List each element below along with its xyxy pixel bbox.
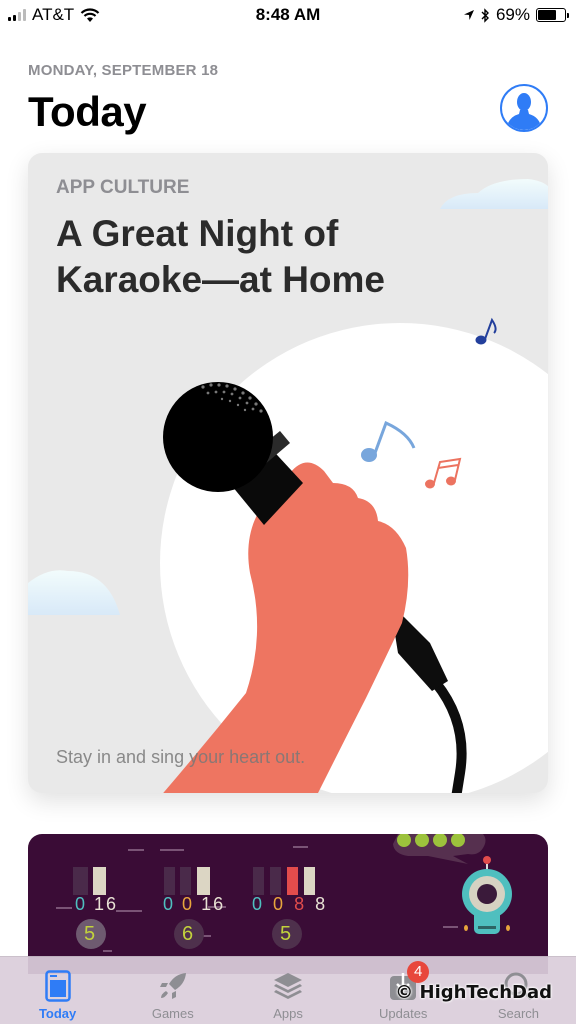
- updates-badge: 4: [407, 961, 430, 983]
- account-button[interactable]: [500, 84, 548, 132]
- rocket-icon: [159, 973, 186, 999]
- tab-today[interactable]: Today: [0, 957, 115, 1024]
- score-digit: 8: [315, 894, 329, 914]
- card-caption: Stay in and sing your heart out.: [56, 747, 306, 767]
- robot-character: [462, 856, 512, 934]
- person-circle-icon: [506, 93, 542, 130]
- card-eyebrow: APP CULTURE: [56, 177, 190, 198]
- tab-label: Games: [151, 1006, 194, 1021]
- score-group-1: 0 16: [75, 894, 118, 915]
- date-label: MONDAY, SEPTEMBER 18: [28, 62, 219, 79]
- score-group-2: 0 0 16: [163, 894, 225, 915]
- page-title: Today: [28, 88, 147, 135]
- circle-number-1: 5: [84, 923, 96, 945]
- score-digit: 0: [252, 894, 266, 914]
- score-digit: 0: [75, 894, 88, 914]
- status-bar: AT&T 8:48 AM 69%: [0, 0, 576, 30]
- layers-icon: [274, 973, 302, 999]
- score-digit: 0: [182, 894, 195, 914]
- bluetooth-icon: [481, 7, 489, 23]
- music-note-dark-blue: [475, 317, 497, 345]
- cloud-top-right: [440, 179, 548, 209]
- tab-label: Apps: [273, 1006, 303, 1021]
- score-digit: 0: [163, 894, 176, 914]
- tab-label: Search: [497, 1006, 540, 1021]
- watermark: © HighTechDad: [395, 982, 552, 1003]
- status-right: 69%: [463, 5, 569, 25]
- tab-label: Updates: [379, 1006, 428, 1021]
- score-digit: 16: [94, 894, 119, 914]
- score-digit: 16: [201, 894, 226, 914]
- score-digit: 8: [294, 894, 308, 914]
- location-icon: [463, 10, 474, 20]
- tab-label: Today: [38, 1006, 77, 1021]
- featured-story-card[interactable]: APP CULTURE A Great Night of Karaoke—at …: [28, 153, 548, 793]
- today-icon: [44, 970, 71, 1002]
- circle-number-3: 5: [280, 923, 292, 945]
- score-group-3: 0 0 8 8: [252, 894, 328, 915]
- battery-icon: [536, 8, 569, 22]
- microphone-head: [163, 382, 273, 492]
- cloud-left: [28, 570, 120, 615]
- tab-apps[interactable]: Apps: [230, 957, 345, 1024]
- tab-games[interactable]: Games: [115, 957, 230, 1024]
- secondary-story-card[interactable]: 0 16 0 0 16 0 0 8 8 5 6 5: [28, 834, 548, 974]
- card-title: A Great Night of Karaoke—at Home: [56, 213, 386, 300]
- battery-percent: 69%: [495, 5, 530, 24]
- score-digit: 0: [273, 894, 287, 914]
- circle-number-2: 6: [182, 923, 194, 945]
